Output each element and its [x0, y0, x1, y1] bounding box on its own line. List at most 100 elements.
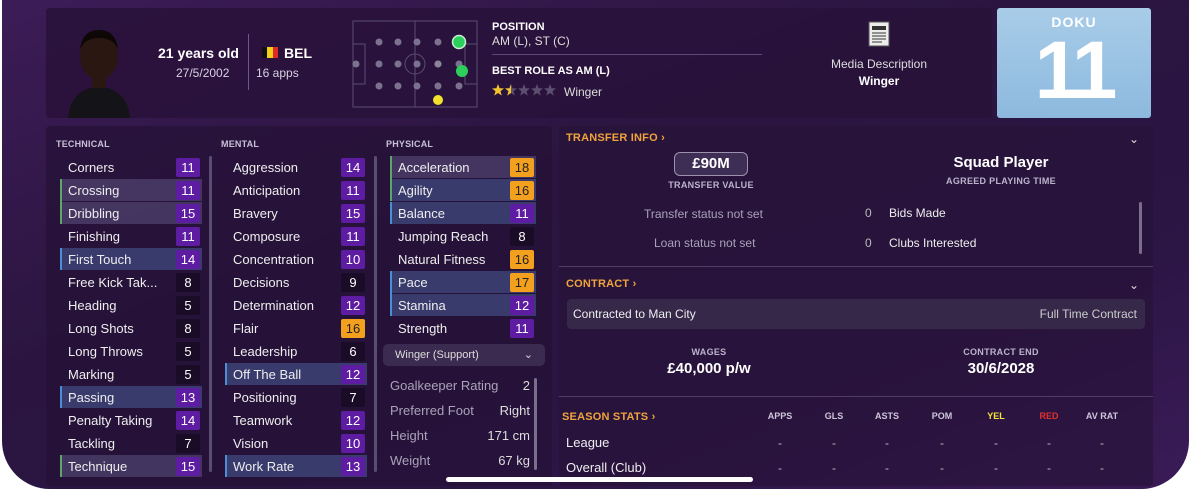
attribute-row[interactable]: Concentration 10	[225, 248, 367, 270]
attribute-value: 7	[341, 387, 365, 407]
attribute-name: Passing	[68, 389, 115, 405]
attribute-row[interactable]: Decisions 9	[225, 271, 367, 293]
attribute-row[interactable]: First Touch 14	[60, 248, 202, 270]
attribute-name: Decisions	[233, 274, 290, 290]
transfer-collapse-icon[interactable]: ⌄	[1129, 132, 1139, 146]
attribute-name: Technique	[68, 458, 128, 474]
attribute-value: 15	[176, 203, 200, 223]
attribute-name: Anticipation	[233, 182, 301, 198]
bids-label: Bids Made	[889, 206, 946, 220]
attribute-value: 14	[176, 249, 200, 269]
playing-time-caption: AGREED PLAYING TIME	[946, 176, 1056, 186]
attribute-row[interactable]: Positioning 7	[225, 386, 367, 408]
attribute-row[interactable]: Tackling 7	[60, 432, 202, 454]
attribute-row[interactable]: Anticipation 11	[225, 179, 367, 201]
transfer-scrollbar[interactable]	[1139, 202, 1142, 254]
role-dropdown[interactable]: Winger (Support) ⌄	[383, 344, 545, 366]
stats-cell: -	[885, 461, 889, 475]
info-row: Goalkeeper Rating 2	[390, 378, 530, 402]
attribute-value: 8	[176, 318, 200, 338]
player-header: 21 years old 27/5/2002 BEL 16 apps POSIT…	[46, 8, 992, 118]
attribute-row[interactable]: Corners 11	[60, 156, 202, 178]
info-label: Height	[390, 428, 428, 443]
stats-cell: -	[832, 436, 836, 450]
attribute-row[interactable]: Composure 11	[225, 225, 367, 247]
attribute-value: 11	[341, 180, 365, 200]
attribute-value: 16	[510, 180, 534, 200]
attribute-value: 15	[176, 456, 200, 476]
attribute-value: 18	[510, 157, 534, 177]
attribute-row[interactable]: Off The Ball 12	[225, 363, 367, 385]
attribute-name: Stamina	[398, 297, 446, 313]
attribute-row[interactable]: Agility 16	[390, 179, 536, 201]
attribute-row[interactable]: Heading 5	[60, 294, 202, 316]
attribute-highlight-bar	[390, 202, 392, 224]
attribute-row[interactable]: Work Rate 13	[225, 455, 367, 477]
attribute-highlight-bar	[225, 363, 227, 385]
stats-header: GLS	[824, 411, 844, 421]
attribute-name: Crossing	[68, 182, 120, 198]
attribute-row[interactable]: Marking 5	[60, 363, 202, 385]
attribute-row[interactable]: Free Kick Tak... 8	[60, 271, 202, 293]
player-age: 21 years old	[158, 45, 239, 61]
positions-pitch[interactable]	[352, 20, 478, 108]
attribute-value: 14	[176, 410, 200, 430]
attribute-row[interactable]: Acceleration 18	[390, 156, 536, 178]
attribute-row[interactable]: Vision 10	[225, 432, 367, 454]
attribute-value: 5	[176, 295, 200, 315]
attribute-row[interactable]: Natural Fitness 16	[390, 248, 536, 270]
attribute-value: 11	[341, 226, 365, 246]
attribute-row[interactable]: Crossing 11	[60, 179, 202, 201]
attribute-name: Teamwork	[233, 412, 293, 428]
attribute-row[interactable]: Teamwork 12	[225, 409, 367, 431]
transfer-info-link[interactable]: TRANSFER INFO ›	[566, 132, 665, 144]
attribute-row[interactable]: Pace 17	[390, 271, 536, 293]
info-value: Right	[499, 403, 530, 418]
attribute-row[interactable]: Flair 16	[225, 317, 367, 339]
stats-row[interactable]: League - - - - - - -	[559, 431, 1153, 455]
attribute-row[interactable]: Stamina 12	[390, 294, 536, 316]
attribute-value: 14	[341, 157, 365, 177]
attribute-row[interactable]: Penalty Taking 14	[60, 409, 202, 431]
newspaper-icon[interactable]	[866, 20, 892, 48]
attribute-row[interactable]: Aggression 14	[225, 156, 367, 178]
contract-collapse-icon[interactable]: ⌄	[1129, 278, 1139, 292]
attribute-row[interactable]: Passing 13	[60, 386, 202, 408]
attribute-row[interactable]: Bravery 15	[225, 202, 367, 224]
attribute-name: Penalty Taking	[68, 412, 153, 428]
attribute-row[interactable]: Determination 12	[225, 294, 367, 316]
attribute-row[interactable]: Long Throws 5	[60, 340, 202, 362]
home-indicator[interactable]	[446, 477, 753, 482]
position-divider	[492, 54, 762, 55]
attribute-row[interactable]: Balance 11	[390, 202, 536, 224]
contract-title: CONTRACT	[566, 278, 630, 290]
attribute-name: Balance	[398, 205, 445, 221]
attribute-value: 6	[341, 341, 365, 361]
shirt-card: DOKU 11	[997, 8, 1151, 118]
stats-row-label: League	[566, 435, 610, 450]
attribute-row[interactable]: Dribbling 15	[60, 202, 202, 224]
wages-value: £40,000 p/w	[667, 360, 751, 377]
player-avatar[interactable]	[66, 22, 132, 118]
attribute-value: 13	[176, 387, 200, 407]
position-value: AM (L), ST (C)	[492, 34, 570, 48]
attribute-value: 13	[341, 456, 365, 476]
chevron-right-icon: ›	[661, 132, 665, 144]
attribute-row[interactable]: Strength 11	[390, 317, 536, 339]
attribute-row[interactable]: Technique 15	[60, 455, 202, 477]
contract-link[interactable]: CONTRACT ›	[566, 278, 636, 290]
attribute-value: 15	[341, 203, 365, 223]
attribute-row[interactable]: Long Shots 8	[60, 317, 202, 339]
attribute-value: 16	[341, 318, 365, 338]
stats-header: RED	[1039, 411, 1059, 421]
attribute-name: Marking	[68, 366, 115, 382]
attribute-row[interactable]: Finishing 11	[60, 225, 202, 247]
chevron-right-icon: ›	[632, 278, 637, 290]
attribute-value: 7	[176, 433, 200, 453]
season-stats-link[interactable]: SEASON STATS ›	[562, 411, 655, 423]
attribute-row[interactable]: Leadership 6	[225, 340, 367, 362]
info-scrollbar[interactable]	[534, 378, 537, 470]
attribute-value: 11	[510, 203, 534, 223]
attribute-row[interactable]: Jumping Reach 8	[390, 225, 536, 247]
attribute-value: 5	[176, 341, 200, 361]
